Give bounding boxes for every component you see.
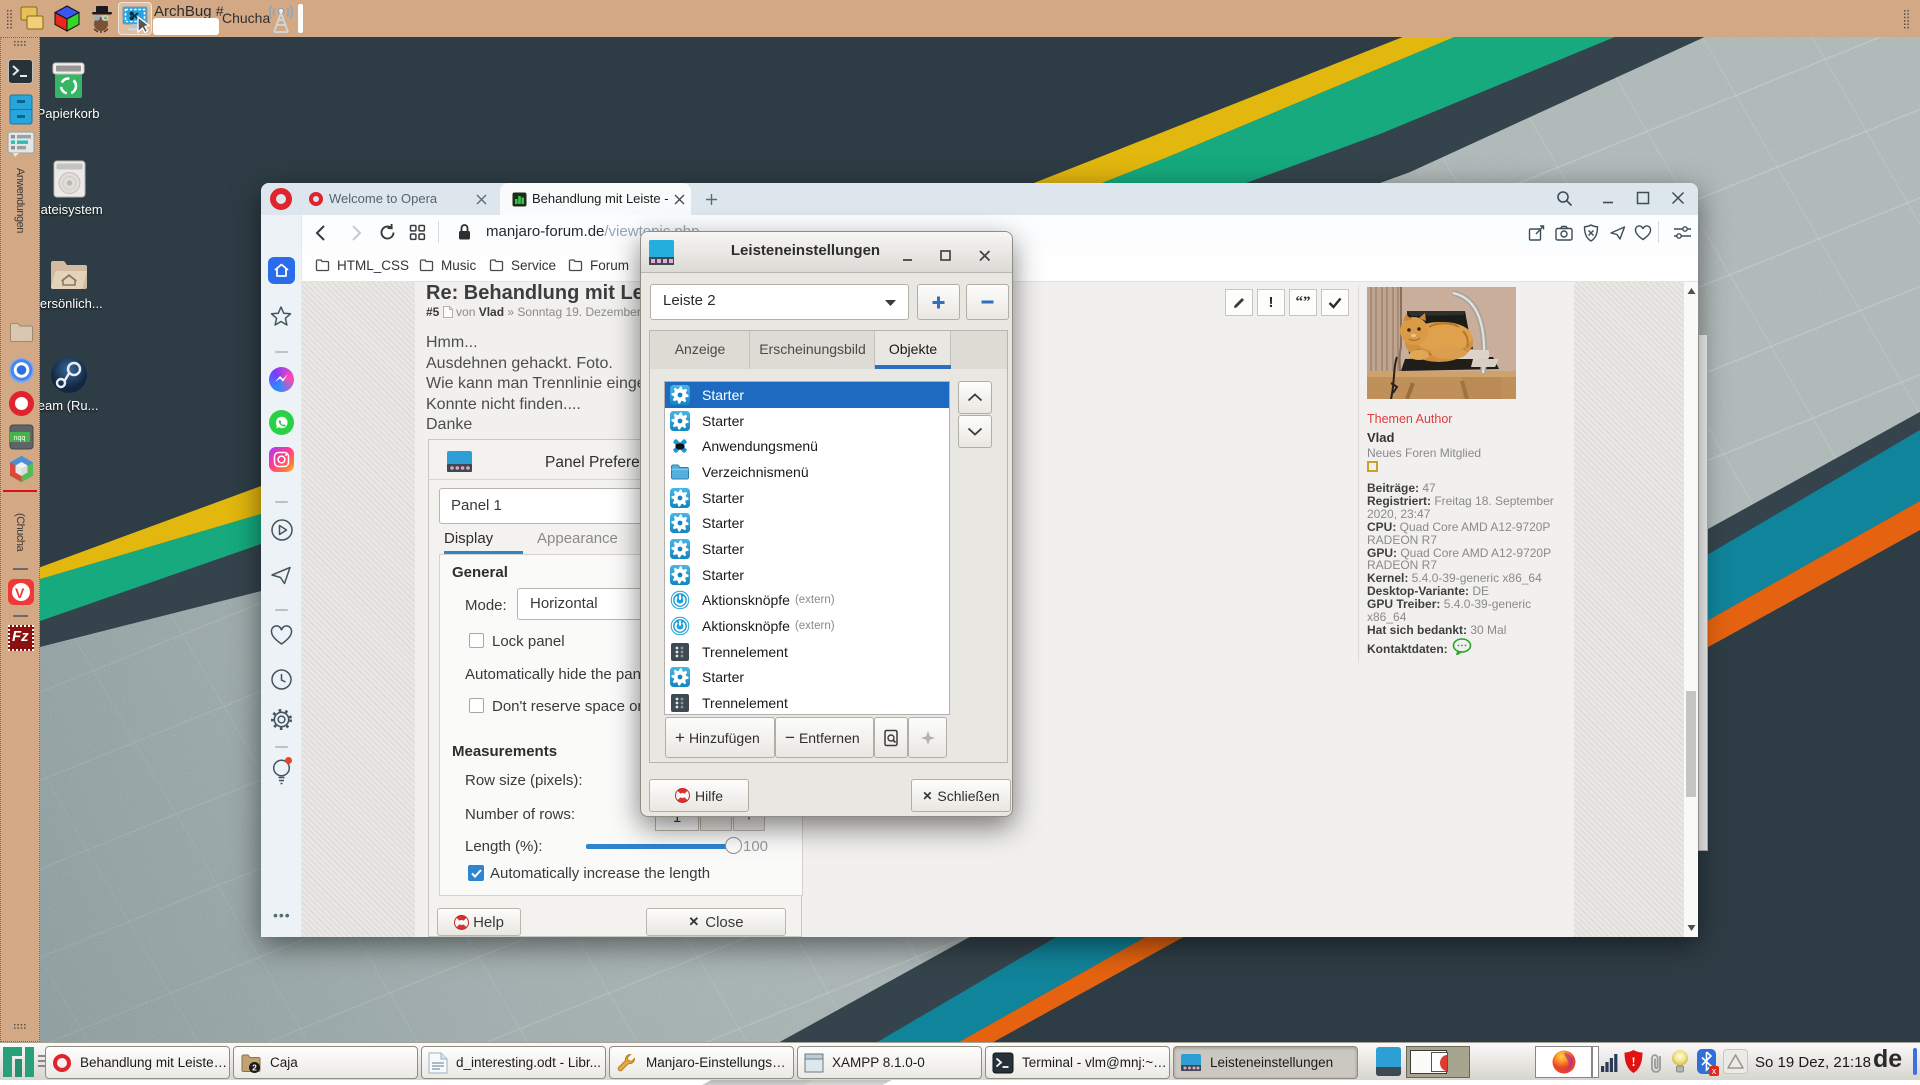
svg-text:2: 2 [252,1062,257,1072]
svg-text:nqq: nqq [14,435,26,442]
svg-text:!: ! [1631,1054,1635,1069]
